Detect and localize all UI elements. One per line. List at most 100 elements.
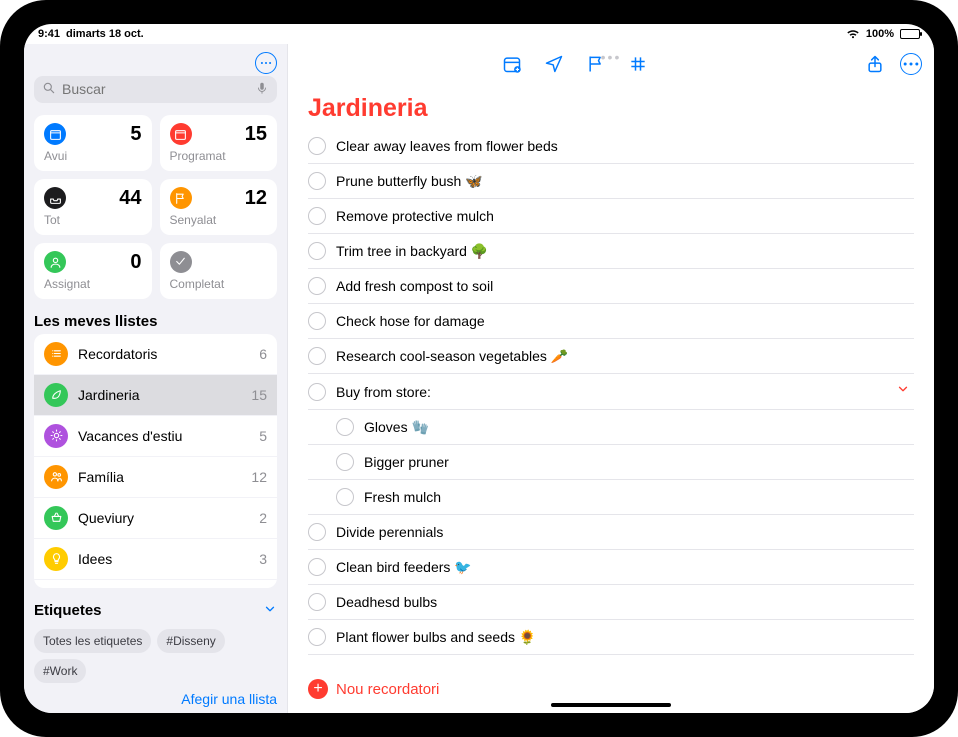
tags-title-label: Etiquetes [34,602,102,619]
sidebar: 5Avui15Programat44Tot12Senyalat0Assignat… [24,44,288,713]
reminder-text: Gloves 🧤 [364,419,914,436]
list-label: Jardineria [78,387,241,403]
tag-chip[interactable]: Totes les etiquetes [34,629,151,653]
new-reminder-label: Nou recordatori [336,681,439,698]
smart-card-senyalat[interactable]: 12Senyalat [160,179,278,235]
reminder-row[interactable]: Deadhesd bulbs [308,585,914,620]
reminder-checkbox[interactable] [308,628,326,646]
reminder-row[interactable]: Remove protective mulch [308,199,914,234]
reminder-text: Clear away leaves from flower beds [336,138,914,154]
reminder-row[interactable]: Research cool-season vegetables 🥕 [308,339,914,374]
search-input[interactable] [62,81,249,97]
reminder-text: Check hose for damage [336,313,914,329]
status-battery-pct: 100% [866,28,894,40]
sidebar-list-vacances-d-estiu[interactable]: Vacances d'estiu5 [34,416,277,457]
reminder-checkbox[interactable] [308,207,326,225]
reminder-checkbox[interactable] [308,558,326,576]
sidebar-list-fam-lia[interactable]: Família12 [34,457,277,498]
tray-icon [44,187,66,209]
calendar-icon [170,123,192,145]
sidebar-list-queviury[interactable]: Queviury 2 [34,498,277,539]
smart-card-programat[interactable]: 15Programat [160,115,278,171]
reminder-row[interactable]: Fresh mulch [308,480,914,515]
reminder-text: Clean bird feeders 🐦 [336,559,914,576]
reminder-row[interactable]: Trim tree in backyard 🌳 [308,234,914,269]
tags-section-title[interactable]: Etiquetes [34,602,277,619]
smart-card-tot[interactable]: 44Tot [34,179,152,235]
status-time: 9:41 [38,28,60,40]
calendar-icon [44,123,66,145]
reminder-row[interactable]: Buy from store: [308,374,914,410]
reminder-row[interactable]: Add fresh compost to soil [308,269,914,304]
reminder-text: Divide perennials [336,524,914,540]
battery-icon [900,29,920,39]
list-count: 15 [251,387,267,403]
leaf-icon [44,383,68,407]
list-count: 6 [259,346,267,362]
reminder-checkbox[interactable] [336,488,354,506]
chevron-down-icon[interactable] [263,602,277,619]
toolbar-calendar-button[interactable] [501,53,523,75]
smart-card-avui[interactable]: 5Avui [34,115,152,171]
sidebar-list-feina[interactable]: Feina1 [34,580,277,588]
smart-count: 12 [245,187,267,210]
tag-chip[interactable]: #Work [34,659,86,683]
reminder-checkbox[interactable] [308,312,326,330]
people-icon [44,465,68,489]
reminder-checkbox[interactable] [308,347,326,365]
reminder-text: Remove protective mulch [336,208,914,224]
smart-count: 44 [119,187,141,210]
reminder-row[interactable]: Gloves 🧤 [308,410,914,445]
smart-label: Completat [170,277,268,291]
smart-card-completat[interactable]: Completat [160,243,278,299]
reminder-row[interactable]: Clean bird feeders 🐦 [308,550,914,585]
smart-count: 5 [130,123,141,146]
search-field[interactable] [34,76,277,103]
list-title: Jardineria [308,94,914,123]
list-label: Queviury [78,510,249,526]
reminder-checkbox[interactable] [308,593,326,611]
reminder-checkbox[interactable] [336,453,354,471]
main-more-button[interactable] [900,53,922,75]
sidebar-more-button[interactable] [255,52,277,74]
reminder-checkbox[interactable] [308,277,326,295]
new-reminder-button[interactable]: + Nou recordatori [308,679,439,699]
reminder-checkbox[interactable] [308,523,326,541]
reminder-text: Prune butterfly bush 🦋 [336,173,914,190]
wifi-icon [846,29,860,39]
reminder-text: Fresh mulch [364,489,914,505]
chevron-down-icon[interactable] [896,382,914,401]
search-icon [42,81,56,98]
reminder-row[interactable]: Check hose for damage [308,304,914,339]
reminder-row[interactable]: Prune butterfly bush 🦋 [308,164,914,199]
sidebar-list-idees[interactable]: Idees 3 [34,539,277,580]
list-label: Recordatoris [78,346,249,362]
add-list-button[interactable]: Afegir una llista [181,691,277,707]
reminder-checkbox[interactable] [308,242,326,260]
list-count: 3 [259,551,267,567]
check-icon [170,251,192,273]
reminder-row[interactable]: Plant flower bulbs and seeds 🌻 [308,620,914,655]
reminder-checkbox[interactable] [308,172,326,190]
toolbar-tag-button[interactable] [627,53,649,75]
list-count: 2 [259,510,267,526]
list-label: Idees [78,551,249,567]
reminder-row[interactable]: Bigger pruner [308,445,914,480]
tag-chip[interactable]: #Disseny [157,629,224,653]
toolbar-location-button[interactable] [543,53,565,75]
reminder-text: Bigger pruner [364,454,914,470]
smart-card-assignat[interactable]: 0Assignat [34,243,152,299]
reminder-checkbox[interactable] [308,383,326,401]
list-label: Família [78,469,241,485]
reminder-checkbox[interactable] [308,137,326,155]
share-button[interactable] [864,53,886,75]
reminder-row[interactable]: Clear away leaves from flower beds [308,129,914,164]
reminder-checkbox[interactable] [336,418,354,436]
sidebar-list-recordatoris[interactable]: Recordatoris 6 [34,334,277,375]
sidebar-list-jardineria[interactable]: Jardineria 15 [34,375,277,416]
list-label: Vacances d'estiu [78,428,249,444]
reminder-row[interactable]: Divide perennials [308,515,914,550]
lists-title-label: Les meves llistes [34,313,157,330]
smart-label: Programat [170,149,268,163]
mic-icon[interactable] [255,81,269,98]
